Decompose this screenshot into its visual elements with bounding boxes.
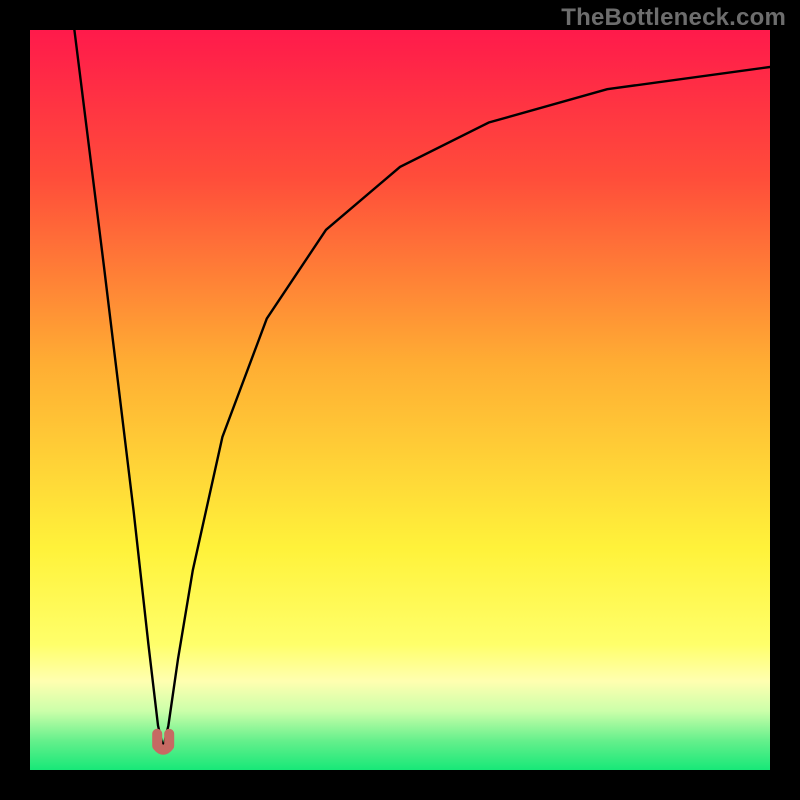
bottleneck-chart <box>30 30 770 770</box>
gradient-background <box>30 30 770 770</box>
watermark-text: TheBottleneck.com <box>561 4 786 32</box>
chart-frame: TheBottleneck.com <box>0 0 800 800</box>
